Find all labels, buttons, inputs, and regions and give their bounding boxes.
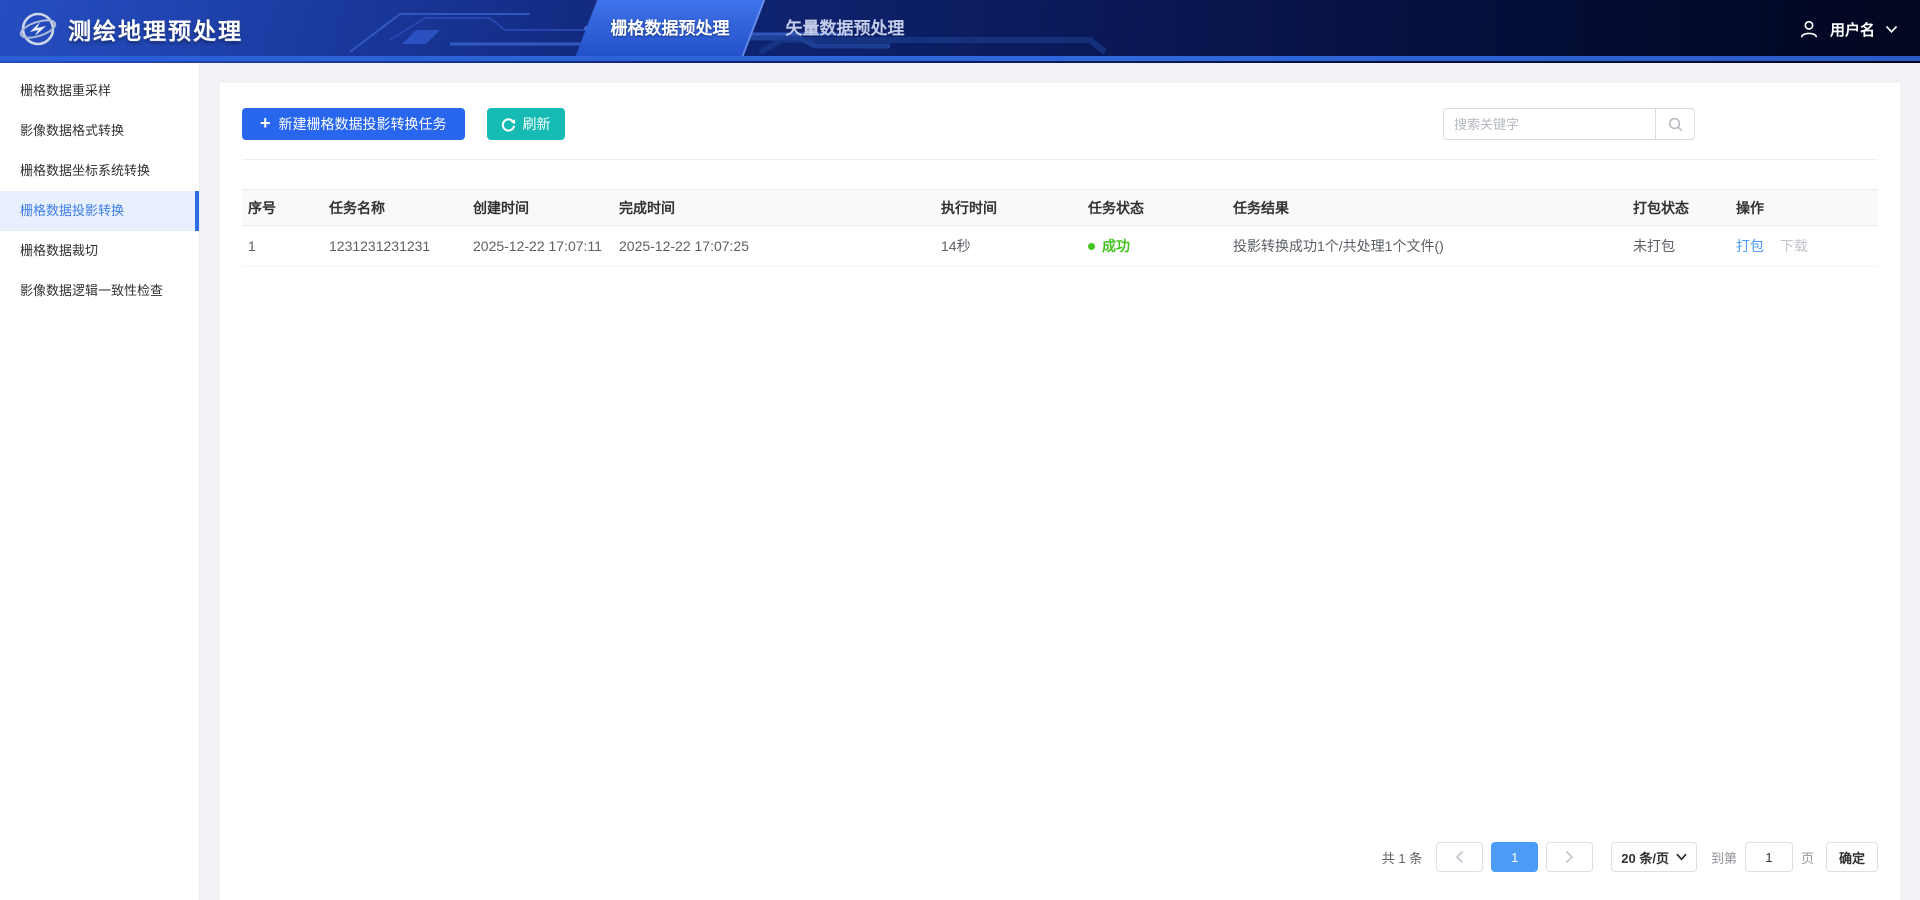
search-button[interactable] xyxy=(1655,108,1695,140)
col-header-actions: 操作 xyxy=(1730,190,1878,226)
pagination-total: 共 1 条 xyxy=(1382,848,1422,867)
prev-page-button[interactable] xyxy=(1436,842,1483,872)
next-page-button[interactable] xyxy=(1546,842,1593,872)
table-row: 1 1231231231231 2025-12-22 17:07:11 2025… xyxy=(242,226,1878,267)
goto-confirm-button[interactable]: 确定 xyxy=(1826,842,1878,872)
cell-duration: 14秒 xyxy=(935,226,1082,267)
cell-task-name: 1231231231231 xyxy=(323,226,467,267)
col-header-package-status: 打包状态 xyxy=(1627,190,1730,226)
username-label: 用户名 xyxy=(1830,19,1875,40)
content-card: + 新建栅格数据投影转换任务 刷新 xyxy=(220,83,1900,900)
status-dot-icon xyxy=(1088,243,1095,250)
sidebar-item-raster-projection-convert[interactable]: 栅格数据投影转换 xyxy=(0,191,199,231)
sidebar-item-raster-coordsys-convert[interactable]: 栅格数据坐标系统转换 xyxy=(0,151,199,191)
user-icon xyxy=(1798,18,1820,40)
page-size-value: 20 条/页 xyxy=(1621,848,1669,867)
goto-page-input[interactable] xyxy=(1745,842,1793,872)
cell-result: 投影转换成功1个/共处理1个文件() xyxy=(1227,226,1627,267)
page-size-select[interactable]: 20 条/页 xyxy=(1611,842,1697,872)
new-task-button-label: 新建栅格数据投影转换任务 xyxy=(279,114,447,134)
chevron-down-icon xyxy=(1885,25,1898,34)
page-number-button[interactable]: 1 xyxy=(1491,842,1538,872)
toolbar: + 新建栅格数据投影转换任务 刷新 xyxy=(242,108,565,140)
chevron-left-icon xyxy=(1455,850,1464,864)
status-text: 成功 xyxy=(1102,236,1130,256)
package-action-link[interactable]: 打包 xyxy=(1736,238,1764,254)
download-action-link[interactable]: 下载 xyxy=(1780,238,1808,254)
cell-status: 成功 xyxy=(1082,226,1227,267)
chevron-right-icon xyxy=(1565,850,1574,864)
sidebar-item-logic-consistency-check[interactable]: 影像数据逻辑一致性检查 xyxy=(0,271,199,311)
tab-raster-preprocess[interactable]: 栅格数据预处理 xyxy=(586,0,754,58)
new-task-button[interactable]: + 新建栅格数据投影转换任务 xyxy=(242,108,465,140)
brand: 测绘地理预处理 xyxy=(18,0,243,58)
cell-created-time: 2025-12-22 17:07:11 xyxy=(467,226,613,267)
col-header-status: 任务状态 xyxy=(1082,190,1227,226)
col-header-index: 序号 xyxy=(242,190,323,226)
task-table: 序号 任务名称 创建时间 完成时间 执行时间 任务状态 任务结果 打包状态 操作… xyxy=(242,189,1878,267)
select-chevron-down-icon xyxy=(1676,853,1687,861)
search-input[interactable] xyxy=(1443,108,1656,140)
app-header: 测绘地理预处理 栅格数据预处理 矢量数据预处理 用户名 xyxy=(0,0,1920,63)
sidebar-item-image-format-convert[interactable]: 影像数据格式转换 xyxy=(0,111,199,151)
cell-index: 1 xyxy=(242,226,323,267)
user-menu[interactable]: 用户名 xyxy=(1798,0,1898,58)
toolbar-divider xyxy=(242,159,1878,160)
sidebar-nav: 栅格数据重采样 影像数据格式转换 栅格数据坐标系统转换 栅格数据投影转换 栅格数… xyxy=(0,63,200,900)
col-header-task-name: 任务名称 xyxy=(323,190,467,226)
app-window: 测绘地理预处理 栅格数据预处理 矢量数据预处理 用户名 栅格数据重采样 影像数据… xyxy=(0,0,1920,900)
cell-finished-time: 2025-12-22 17:07:25 xyxy=(613,226,935,267)
col-header-created-time: 创建时间 xyxy=(467,190,613,226)
refresh-button-label: 刷新 xyxy=(523,114,551,134)
refresh-button[interactable]: 刷新 xyxy=(487,108,565,140)
table-header-row: 序号 任务名称 创建时间 完成时间 执行时间 任务状态 任务结果 打包状态 操作 xyxy=(242,190,1878,226)
cell-actions: 打包 下载 xyxy=(1730,226,1878,267)
goto-page-suffix: 页 xyxy=(1801,848,1814,867)
search-group xyxy=(1443,108,1695,140)
app-title: 测绘地理预处理 xyxy=(68,12,243,46)
pagination: 共 1 条 1 20 条/页 到第 页 确定 xyxy=(1382,842,1878,872)
goto-page-prefix: 到第 xyxy=(1711,848,1737,867)
sidebar-item-raster-clip[interactable]: 栅格数据裁切 xyxy=(0,231,199,271)
search-icon xyxy=(1667,116,1684,133)
tab-vector-preprocess[interactable]: 矢量数据预处理 xyxy=(770,0,920,58)
cell-package-status: 未打包 xyxy=(1627,226,1730,267)
sidebar-item-raster-resample[interactable]: 栅格数据重采样 xyxy=(0,71,199,111)
col-header-duration: 执行时间 xyxy=(935,190,1082,226)
app-logo-icon xyxy=(18,9,58,49)
header-accent-line xyxy=(0,56,1920,61)
refresh-icon xyxy=(501,117,516,132)
plus-icon: + xyxy=(260,114,271,132)
col-header-finished-time: 完成时间 xyxy=(613,190,935,226)
col-header-result: 任务结果 xyxy=(1227,190,1627,226)
